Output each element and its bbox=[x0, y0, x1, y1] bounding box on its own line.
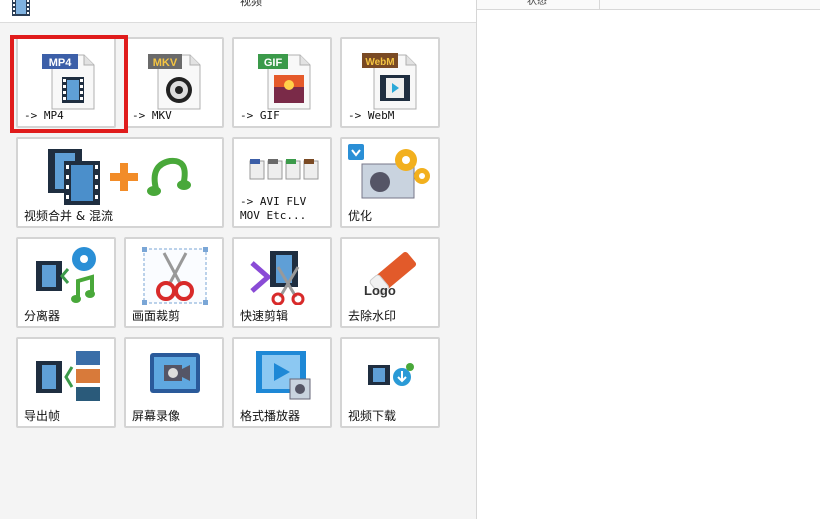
mkv-file-icon: MKV bbox=[148, 54, 201, 110]
remove-watermark-tile[interactable]: Logo 去除水印 bbox=[340, 237, 440, 328]
tile-label: 分离器 bbox=[24, 309, 61, 323]
quick-cut-icon bbox=[250, 251, 305, 305]
tile-label: 快速剪辑 bbox=[240, 309, 289, 323]
other-formats-icon bbox=[249, 159, 319, 180]
tile-label: 格式播放器 bbox=[240, 409, 301, 423]
convert-webm-tile[interactable]: WebM -> WebM bbox=[340, 37, 440, 128]
convert-mp4-tile[interactable]: MP4 -> MP4 bbox=[16, 37, 116, 128]
webm-file-icon: WebM bbox=[362, 53, 417, 110]
logo-text: Logo bbox=[364, 283, 396, 298]
optimize-tile[interactable]: 优化 bbox=[340, 137, 440, 228]
export-frames-tile[interactable]: 导出帧 bbox=[16, 337, 116, 428]
column-header-status[interactable]: 状态 bbox=[527, 0, 547, 7]
convert-gif-tile[interactable]: GIF -> GIF bbox=[232, 37, 332, 128]
mp4-badge: MP4 bbox=[49, 57, 73, 69]
film-icon bbox=[12, 0, 30, 16]
screen-record-icon bbox=[150, 353, 200, 393]
panel-title: 视频 bbox=[240, 0, 262, 8]
export-frames-icon bbox=[36, 351, 100, 401]
column-separator[interactable] bbox=[599, 0, 600, 9]
merge-tile[interactable]: 视频合并 & 混流 bbox=[16, 137, 224, 228]
mkv-badge: MKV bbox=[153, 57, 178, 69]
tile-label: 画面裁剪 bbox=[132, 309, 181, 323]
screen-record-tile[interactable]: 屏幕录像 bbox=[124, 337, 224, 428]
optimize-icon bbox=[348, 144, 430, 199]
tile-label: -> MP4 bbox=[24, 109, 64, 122]
mp4-file-icon: MP4 bbox=[42, 54, 95, 110]
tile-label: -> WebM bbox=[348, 109, 395, 122]
format-player-tile[interactable]: 格式播放器 bbox=[232, 337, 332, 428]
crop-icon bbox=[142, 247, 208, 305]
tile-label: 导出帧 bbox=[24, 409, 61, 423]
gif-badge: GIF bbox=[264, 57, 283, 69]
video-merge-icon bbox=[48, 149, 191, 205]
convert-mkv-tile[interactable]: MKV -> MKV bbox=[124, 37, 224, 128]
tile-label: 视频下载 bbox=[348, 409, 397, 423]
tile-label: 去除水印 bbox=[348, 309, 397, 323]
splitter-tile[interactable]: 分离器 bbox=[16, 237, 116, 328]
tile-label: 屏幕录像 bbox=[132, 409, 181, 423]
task-list-panel: 状态 bbox=[477, 0, 820, 519]
gif-file-icon: GIF bbox=[258, 54, 311, 110]
tile-label: 优化 bbox=[348, 209, 373, 223]
format-player-icon bbox=[256, 351, 311, 400]
video-download-tile[interactable]: 视频下载 bbox=[340, 337, 440, 428]
other-formats-tile[interactable]: -> AVI FLV MOV Etc... bbox=[232, 137, 332, 228]
tile-label: 视频合并 & 混流 bbox=[24, 209, 113, 223]
panel-header: 视频 bbox=[0, 0, 476, 23]
tile-label: -> GIF bbox=[240, 109, 280, 122]
video-download-icon bbox=[368, 363, 414, 386]
tile-label: -> AVI FLV MOV Etc... bbox=[240, 195, 307, 222]
tools-panel: 视频 MP4 -> MP4 MKV -> MKV GIF -> GIF WebM… bbox=[0, 0, 477, 519]
quick-cut-tile[interactable]: 快速剪辑 bbox=[232, 237, 332, 328]
splitter-icon bbox=[36, 247, 96, 303]
webm-badge: WebM bbox=[365, 57, 394, 68]
task-list-header: 状态 bbox=[477, 0, 820, 10]
crop-tile[interactable]: 画面裁剪 bbox=[124, 237, 224, 328]
tile-label: -> MKV bbox=[132, 109, 172, 122]
